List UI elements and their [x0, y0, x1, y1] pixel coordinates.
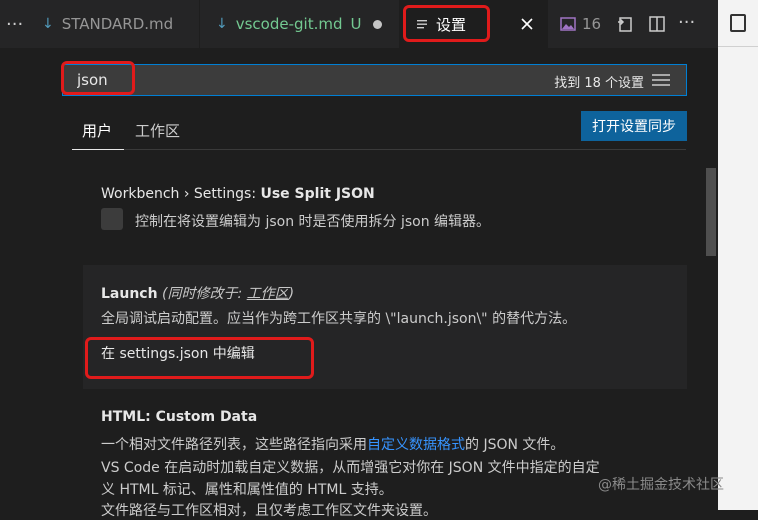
setting-title-use-split-json: Workbench › Settings: Use Split JSON [101, 186, 375, 202]
modified-in-suffix: ) [288, 286, 295, 302]
filter-icon[interactable] [652, 74, 670, 86]
open-changes-icon[interactable] [616, 15, 634, 33]
search-result-count: 找到 18 个设置 [554, 76, 644, 91]
setting-description: 控制在将设置编辑为 json 时是否使用拆分 json 编辑器。 [135, 214, 491, 230]
split-editor-icon[interactable] [648, 15, 666, 33]
tab-label: 16 [582, 15, 602, 33]
tab-label: STANDARD.md [61, 15, 174, 33]
setting-description-line: 文件路径与工作区相对，且仅考虑工作区文件夹设置。 [101, 503, 437, 519]
search-input[interactable] [77, 69, 477, 91]
editor-actions: ··· [608, 0, 718, 48]
custom-data-format-link[interactable]: 自定义数据格式 [367, 437, 465, 453]
tab-label: vscode-git.md [235, 15, 343, 33]
highlight-box [61, 61, 135, 95]
setting-title-launch: Launch (同时修改于: 工作区) [101, 283, 294, 303]
tab-workspace[interactable]: 工作区 [135, 120, 180, 141]
more-icon: ··· [6, 13, 24, 35]
modified-in-prefix: (同时修改于: [162, 286, 247, 302]
setting-description: 全局调试启动配置。应当作为跨工作区共享的 \"launch.json\" 的替代… [101, 311, 577, 327]
setting-name: Custom Data [155, 409, 258, 425]
tab-user[interactable]: 用户 [82, 120, 112, 141]
unsaved-dot-icon[interactable] [373, 19, 383, 29]
git-status-badge: U [350, 15, 362, 33]
setting-name: Launch [101, 286, 158, 302]
modified-in-workspace-link[interactable]: 工作区 [247, 286, 289, 302]
more-actions-icon[interactable]: ··· [678, 12, 695, 33]
setting-description-line: VS Code 在启动时加载自定义数据，从而增强它对你在 JSON 文件中指定的… [101, 460, 600, 476]
setting-name: Use Split JSON [260, 186, 375, 202]
watermark: @稀土掘金技术社区 [598, 477, 724, 493]
setting-description-line: 义 HTML 标记、属性和属性值的 HTML 支持。 [101, 482, 393, 498]
markdown-icon: ↓ [42, 16, 54, 32]
image-icon [560, 17, 576, 31]
tab-vscode-git-md[interactable]: ↓ vscode-git.md U [200, 0, 400, 48]
active-tab-indicator [72, 149, 124, 150]
settings-search-box[interactable]: 找到 18 个设置 [62, 64, 687, 96]
close-icon[interactable] [521, 18, 533, 30]
secondary-pane [718, 0, 758, 510]
description-text: 一个相对文件路径列表，这些路径指向采用 [101, 437, 367, 453]
highlight-box [403, 5, 490, 42]
setting-description-line: 一个相对文件路径列表，这些路径指向采用自定义数据格式的 JSON 文件。 [101, 434, 564, 454]
scrollbar-thumb[interactable] [706, 168, 716, 256]
setting-category: HTML: [101, 409, 156, 425]
markdown-icon: ↓ [216, 16, 228, 32]
tab-standard-md[interactable]: ↓ STANDARD.md [38, 0, 200, 48]
scope-divider [72, 149, 686, 150]
left-pane [0, 48, 42, 510]
pane-tab-icon[interactable] [730, 14, 746, 32]
more-tabs-button[interactable]: ··· [6, 0, 38, 48]
tab-bar: ··· ↓ STANDARD.md ↓ vscode-git.md U 设置 1… [0, 0, 718, 48]
description-text: 的 JSON 文件。 [465, 437, 565, 453]
open-settings-sync-button[interactable]: 打开设置同步 [581, 111, 687, 141]
setting-category: Workbench › Settings: [101, 186, 261, 202]
highlight-box [85, 337, 314, 379]
use-split-json-checkbox[interactable] [101, 208, 123, 230]
tab-image-file[interactable]: 16 [548, 0, 608, 48]
setting-title-html-custom-data: HTML: Custom Data [101, 409, 257, 425]
